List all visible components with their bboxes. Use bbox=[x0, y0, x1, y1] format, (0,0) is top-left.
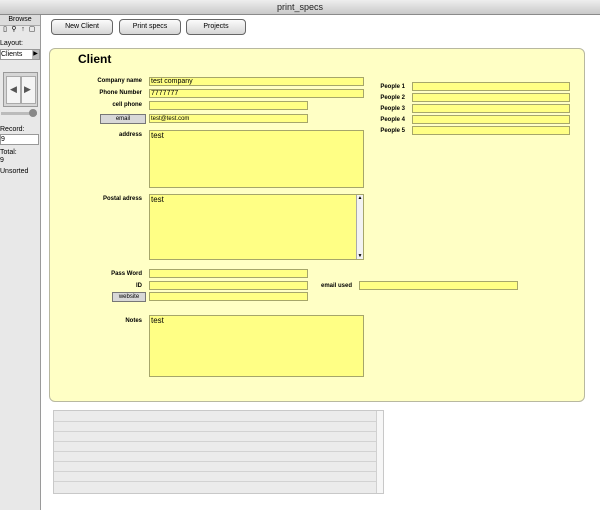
phone-number-field[interactable]: 7777777 bbox=[149, 89, 364, 98]
portal-row[interactable] bbox=[54, 481, 376, 482]
total-label: Total: bbox=[0, 149, 17, 156]
mode-label[interactable]: Browse bbox=[0, 15, 40, 26]
cell-phone-field[interactable] bbox=[149, 101, 308, 110]
portal-row[interactable] bbox=[54, 421, 376, 422]
projects-button[interactable]: Projects bbox=[186, 19, 246, 35]
email-field[interactable]: test@test.com bbox=[149, 114, 308, 123]
status-area: Browse ▯ ⚲ ↑ ▢ Layout: Clients ▶ ◀ ▶ Rec… bbox=[0, 15, 41, 510]
dropdown-arrow-icon[interactable]: ▶ bbox=[32, 50, 39, 59]
postal-address-label: Postal adress bbox=[102, 196, 142, 202]
people-3-field[interactable] bbox=[412, 104, 570, 113]
postal-address-text: test bbox=[151, 195, 164, 204]
print-specs-button[interactable]: Print specs bbox=[119, 19, 181, 35]
portal-row[interactable] bbox=[54, 471, 376, 472]
notes-field[interactable]: test bbox=[149, 315, 364, 377]
people-5-label: People 5 bbox=[380, 128, 405, 134]
id-field[interactable] bbox=[149, 281, 308, 290]
people-4-field[interactable] bbox=[412, 115, 570, 124]
address-field[interactable]: test bbox=[149, 130, 364, 188]
people-2-field[interactable] bbox=[412, 93, 570, 102]
lasso-tool-icon[interactable]: ⚲ bbox=[10, 26, 18, 34]
id-label: ID bbox=[136, 283, 142, 289]
email-used-label: email used bbox=[320, 283, 352, 289]
document-tool-icon[interactable]: ▢ bbox=[28, 26, 36, 34]
portal-row[interactable] bbox=[54, 451, 376, 452]
portal-scrollbar[interactable] bbox=[376, 411, 383, 493]
layout-select[interactable]: Clients ▶ bbox=[0, 49, 40, 60]
page-title: Client bbox=[78, 52, 112, 66]
scroll-down-icon[interactable]: ▼ bbox=[357, 253, 363, 259]
people-5-field[interactable] bbox=[412, 126, 570, 135]
postal-address-field[interactable]: test bbox=[149, 194, 364, 260]
pointer-tool-icon[interactable]: ↑ bbox=[19, 26, 27, 34]
company-name-label: Company name bbox=[97, 78, 142, 84]
window-title: print_specs bbox=[0, 0, 600, 15]
record-book-icon[interactable]: ◀ ▶ bbox=[3, 72, 38, 107]
layout-label: Layout: bbox=[0, 40, 23, 47]
total-value: 9 bbox=[0, 157, 4, 164]
people-3-label: People 3 bbox=[380, 106, 405, 112]
website-field[interactable] bbox=[149, 292, 308, 301]
browse-tool-icon[interactable]: ▯ bbox=[1, 26, 9, 34]
password-label: Pass Word bbox=[111, 271, 142, 277]
tool-palette: ▯ ⚲ ↑ ▢ bbox=[1, 26, 39, 35]
postal-address-scrollbar[interactable]: ▲ ▼ bbox=[356, 195, 363, 259]
portal-row[interactable] bbox=[54, 431, 376, 432]
people-4-label: People 4 bbox=[380, 117, 405, 123]
people-1-label: People 1 bbox=[380, 84, 405, 90]
phone-number-label: Phone Number bbox=[99, 90, 142, 96]
layout-value: Clients bbox=[1, 51, 23, 58]
website-button[interactable]: website bbox=[112, 292, 146, 302]
company-name-field[interactable]: test company bbox=[149, 77, 364, 86]
sort-status: Unsorted bbox=[0, 168, 29, 175]
portal-row[interactable] bbox=[54, 461, 376, 462]
record-slider[interactable] bbox=[1, 109, 37, 117]
cell-phone-label: cell phone bbox=[112, 102, 142, 108]
portal-row[interactable] bbox=[54, 441, 376, 442]
record-label: Record: bbox=[0, 126, 25, 133]
slider-knob[interactable] bbox=[29, 109, 37, 117]
notes-label: Notes bbox=[125, 318, 142, 324]
related-records-portal[interactable] bbox=[53, 410, 384, 494]
email-button[interactable]: email bbox=[100, 114, 146, 124]
email-used-field[interactable] bbox=[359, 281, 518, 290]
people-2-label: People 2 bbox=[380, 95, 405, 101]
password-field[interactable] bbox=[149, 269, 308, 278]
new-client-button[interactable]: New Client bbox=[51, 19, 113, 35]
people-1-field[interactable] bbox=[412, 82, 570, 91]
address-label: address bbox=[118, 132, 142, 138]
scroll-up-icon[interactable]: ▲ bbox=[357, 195, 363, 201]
record-number-input[interactable]: 9 bbox=[0, 134, 39, 145]
